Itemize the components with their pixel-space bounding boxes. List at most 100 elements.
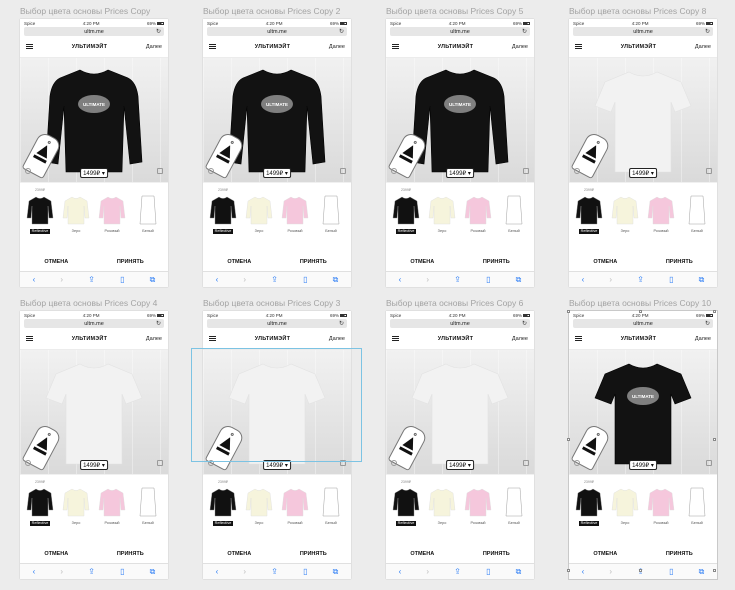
- accept-button[interactable]: ПРИНЯТЬ: [483, 259, 510, 265]
- artboard-title[interactable]: Выбор цвета основы Prices Copy 2: [203, 6, 373, 16]
- address-bar[interactable]: ultm.me ↻: [207, 27, 347, 36]
- forward-icon[interactable]: ›: [243, 567, 246, 576]
- color-swatch[interactable]: 2399₽ Reflective: [24, 187, 56, 237]
- accept-button[interactable]: ПРИНЯТЬ: [300, 259, 327, 265]
- next-button[interactable]: Далее: [512, 44, 528, 50]
- color-swatch[interactable]: Белый: [681, 479, 713, 529]
- accept-button[interactable]: ПРИНЯТЬ: [666, 259, 693, 265]
- color-swatch[interactable]: Зеро: [609, 187, 641, 237]
- back-icon[interactable]: ‹: [33, 275, 36, 284]
- tabs-icon[interactable]: ⧉: [150, 275, 156, 285]
- bookmarks-icon[interactable]: ▯: [120, 275, 124, 284]
- share-icon[interactable]: ⇪: [271, 567, 278, 576]
- reload-icon[interactable]: ↻: [522, 28, 527, 35]
- color-swatch[interactable]: Розовый: [645, 479, 677, 529]
- resize-handle[interactable]: [713, 310, 716, 313]
- color-swatch[interactable]: Белый: [132, 187, 164, 237]
- address-bar[interactable]: ultm.me ↻: [24, 319, 164, 328]
- resize-handle[interactable]: [639, 569, 642, 572]
- forward-icon[interactable]: ›: [609, 567, 612, 576]
- share-icon[interactable]: ⇪: [454, 567, 461, 576]
- artboard-title[interactable]: Выбор цвета основы Prices Copy 10: [569, 298, 735, 308]
- price-selector[interactable]: 1499₽ ▾: [446, 460, 474, 470]
- price-selector[interactable]: 1499₽ ▾: [446, 168, 474, 178]
- color-swatch[interactable]: Розовый: [96, 479, 128, 529]
- address-bar[interactable]: ultm.me ↻: [573, 27, 713, 36]
- hamburger-menu-icon[interactable]: [26, 43, 33, 50]
- cart-icon[interactable]: [523, 460, 529, 466]
- hamburger-menu-icon[interactable]: [209, 335, 216, 342]
- info-icon[interactable]: [574, 168, 580, 174]
- cart-icon[interactable]: [706, 460, 712, 466]
- resize-handle[interactable]: [639, 310, 642, 313]
- bookmarks-icon[interactable]: ▯: [120, 567, 124, 576]
- hamburger-menu-icon[interactable]: [209, 43, 216, 50]
- next-button[interactable]: Далее: [695, 44, 711, 50]
- back-icon[interactable]: ‹: [216, 567, 219, 576]
- back-icon[interactable]: ‹: [216, 275, 219, 284]
- cancel-button[interactable]: ОТМЕНА: [44, 551, 68, 557]
- price-selector[interactable]: 1499₽ ▾: [80, 460, 108, 470]
- next-button[interactable]: Далее: [146, 336, 162, 342]
- tabs-icon[interactable]: ⧉: [516, 567, 522, 577]
- next-button[interactable]: Далее: [512, 336, 528, 342]
- cancel-button[interactable]: ОТМЕНА: [410, 259, 434, 265]
- cart-icon[interactable]: [340, 168, 346, 174]
- next-button[interactable]: Далее: [146, 44, 162, 50]
- price-selector[interactable]: 1499₽ ▾: [263, 168, 291, 178]
- color-swatch[interactable]: Белый: [498, 479, 530, 529]
- phone-frame[interactable]: Spice 4:20 PM 69% ultm.me ↻ УЛЬТИМЭЙТ Да…: [386, 19, 534, 287]
- bookmarks-icon[interactable]: ▯: [486, 275, 490, 284]
- share-icon[interactable]: ⇪: [637, 275, 644, 284]
- forward-icon[interactable]: ›: [60, 567, 63, 576]
- resize-handle[interactable]: [713, 569, 716, 572]
- tabs-icon[interactable]: ⧉: [150, 567, 156, 577]
- accept-button[interactable]: ПРИНЯТЬ: [300, 551, 327, 557]
- next-button[interactable]: Далее: [329, 336, 345, 342]
- tabs-icon[interactable]: ⧉: [333, 567, 339, 577]
- color-swatch[interactable]: Зеро: [243, 187, 275, 237]
- price-selector[interactable]: 1499₽ ▾: [629, 460, 657, 470]
- color-swatch[interactable]: Зеро: [60, 187, 92, 237]
- hamburger-menu-icon[interactable]: [392, 335, 399, 342]
- resize-handle[interactable]: [567, 569, 570, 572]
- info-icon[interactable]: [25, 168, 31, 174]
- address-bar[interactable]: ultm.me ↻: [573, 319, 713, 328]
- color-swatch[interactable]: Розовый: [462, 479, 494, 529]
- color-swatch[interactable]: Зеро: [60, 479, 92, 529]
- forward-icon[interactable]: ›: [60, 275, 63, 284]
- info-icon[interactable]: [574, 460, 580, 466]
- color-swatch[interactable]: 2399₽ Reflective: [390, 187, 422, 237]
- artboard-title[interactable]: Выбор цвета основы Prices Copy 6: [386, 298, 556, 308]
- color-swatch[interactable]: Зеро: [243, 479, 275, 529]
- color-swatch[interactable]: Зеро: [426, 187, 458, 237]
- accept-button[interactable]: ПРИНЯТЬ: [483, 551, 510, 557]
- hamburger-menu-icon[interactable]: [26, 335, 33, 342]
- hamburger-menu-icon[interactable]: [575, 43, 582, 50]
- phone-frame[interactable]: Spice 4:20 PM 69% ultm.me ↻ УЛЬТИМЭЙТ Да…: [203, 19, 351, 287]
- hamburger-menu-icon[interactable]: [575, 335, 582, 342]
- artboard-title[interactable]: Выбор цвета основы Prices Copy 3: [203, 298, 373, 308]
- back-icon[interactable]: ‹: [399, 567, 402, 576]
- color-swatch[interactable]: Зеро: [609, 479, 641, 529]
- cancel-button[interactable]: ОТМЕНА: [227, 259, 251, 265]
- accept-button[interactable]: ПРИНЯТЬ: [666, 551, 693, 557]
- bookmarks-icon[interactable]: ▯: [669, 567, 673, 576]
- color-swatch[interactable]: Розовый: [279, 479, 311, 529]
- color-swatch[interactable]: Розовый: [96, 187, 128, 237]
- reload-icon[interactable]: ↻: [339, 28, 344, 35]
- back-icon[interactable]: ‹: [33, 567, 36, 576]
- info-icon[interactable]: [391, 168, 397, 174]
- artboard-title[interactable]: Выбор цвета основы Prices Copy 8: [569, 6, 735, 16]
- back-icon[interactable]: ‹: [399, 275, 402, 284]
- color-swatch[interactable]: Белый: [132, 479, 164, 529]
- share-icon[interactable]: ⇪: [271, 275, 278, 284]
- bookmarks-icon[interactable]: ▯: [303, 275, 307, 284]
- phone-frame[interactable]: Spice 4:20 PM 69% ultm.me ↻ УЛЬТИМЭЙТ Да…: [569, 19, 717, 287]
- cancel-button[interactable]: ОТМЕНА: [410, 551, 434, 557]
- info-icon[interactable]: [25, 460, 31, 466]
- cancel-button[interactable]: ОТМЕНА: [593, 259, 617, 265]
- forward-icon[interactable]: ›: [426, 275, 429, 284]
- tabs-icon[interactable]: ⧉: [333, 275, 339, 285]
- info-icon[interactable]: [391, 460, 397, 466]
